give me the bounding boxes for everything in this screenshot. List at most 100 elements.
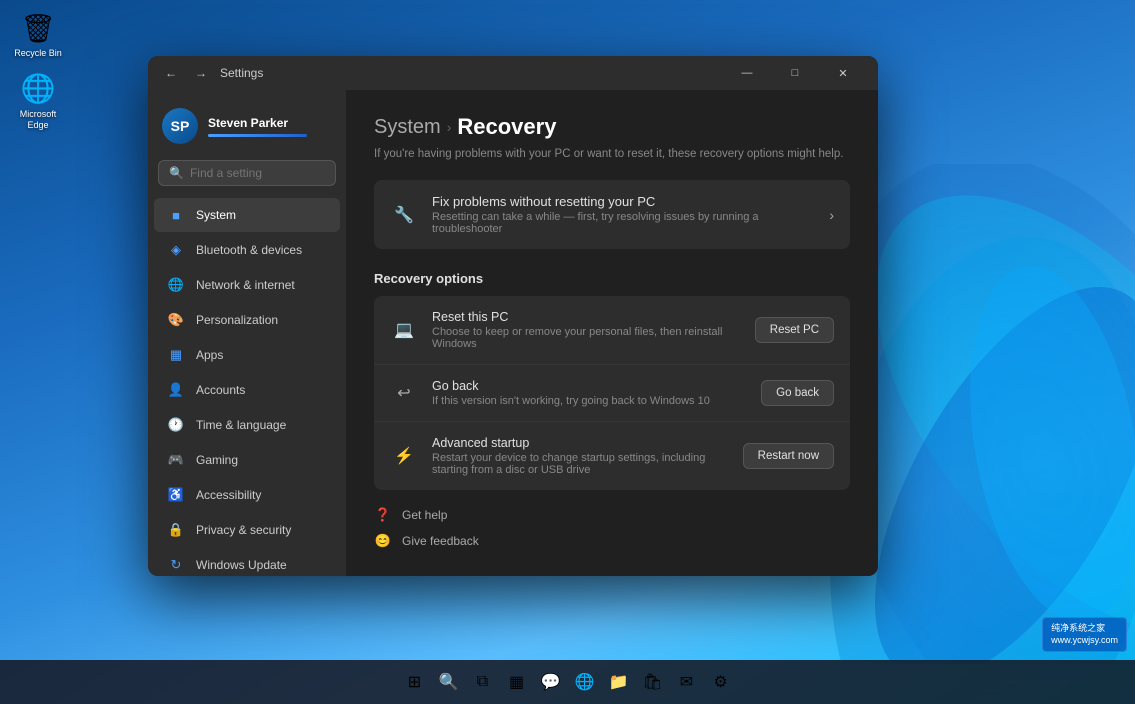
nav-label-apps: Apps <box>196 348 223 362</box>
fix-problems-desc: Resetting can take a while — first, try … <box>432 211 815 235</box>
recovery-icon-go-back: ↩ <box>390 379 418 407</box>
search-box[interactable]: 🔍 <box>158 160 336 186</box>
sidebar: SP Steven Parker 🔍 ■ System ◈ Bluetooth … <box>148 90 346 576</box>
sidebar-item-apps[interactable]: ▦ Apps <box>154 338 340 372</box>
sidebar-item-update[interactable]: ↻ Windows Update <box>154 548 340 576</box>
nav-icon-gaming: 🎮 <box>168 452 184 468</box>
user-profile[interactable]: SP Steven Parker <box>148 98 346 160</box>
user-info: Steven Parker <box>208 116 332 137</box>
nav-icon-apps: ▦ <box>168 347 184 363</box>
taskbar-icon-task-view[interactable]: ⧉ <box>468 667 498 697</box>
title-bar: ← → Settings — □ ✕ <box>148 56 878 90</box>
taskbar-symbol-explorer: 📁 <box>609 672 629 692</box>
taskbar-icon-widgets[interactable]: ▦ <box>502 667 532 697</box>
nav-label-personalization: Personalization <box>196 313 278 327</box>
taskbar-icon-store[interactable]: 🛍 <box>638 667 668 697</box>
nav-icon-privacy: 🔒 <box>168 522 184 538</box>
search-input[interactable] <box>190 166 345 180</box>
nav-icon-time: 🕐 <box>168 417 184 433</box>
sidebar-item-bluetooth[interactable]: ◈ Bluetooth & devices <box>154 233 340 267</box>
breadcrumb-separator: › <box>447 119 452 135</box>
nav-icon-personalization: 🎨 <box>168 312 184 328</box>
recovery-desc-go-back: If this version isn't working, try going… <box>432 395 747 407</box>
sidebar-item-gaming[interactable]: 🎮 Gaming <box>154 443 340 477</box>
taskbar-symbol-search: 🔍 <box>439 672 459 692</box>
edge-label: Microsoft Edge <box>8 109 68 131</box>
main-content: System › Recovery If you're having probl… <box>346 90 878 576</box>
taskbar-icon-edge-task[interactable]: 🌐 <box>570 667 600 697</box>
recovery-btn-go-back[interactable]: Go back <box>761 380 834 406</box>
minimize-button[interactable]: — <box>724 56 770 90</box>
bottom-link-icon-give-feedback: 😊 <box>374 532 392 550</box>
breadcrumb: System › Recovery <box>374 114 850 140</box>
breadcrumb-parent[interactable]: System <box>374 116 441 139</box>
bottom-link-label-give-feedback: Give feedback <box>402 534 479 548</box>
edge-desktop-icon[interactable]: 🌐 Microsoft Edge <box>8 71 68 131</box>
sidebar-item-accessibility[interactable]: ♿ Accessibility <box>154 478 340 512</box>
recycle-bin-label: Recycle Bin <box>14 48 62 59</box>
nav-icon-bluetooth: ◈ <box>168 242 184 258</box>
taskbar-symbol-store: 🛍 <box>642 672 662 692</box>
sidebar-item-privacy[interactable]: 🔒 Privacy & security <box>154 513 340 547</box>
taskbar-symbol-mail: ✉ <box>680 672 693 692</box>
taskbar-symbol-task-view: ⧉ <box>477 673 488 691</box>
nav-label-privacy: Privacy & security <box>196 523 291 537</box>
bottom-links: ❓ Get help 😊 Give feedback <box>374 506 850 550</box>
sidebar-item-accounts[interactable]: 👤 Accounts <box>154 373 340 407</box>
search-icon: 🔍 <box>169 166 184 180</box>
nav-label-network: Network & internet <box>196 278 295 292</box>
taskbar-icon-mail[interactable]: ✉ <box>672 667 702 697</box>
bottom-link-label-get-help: Get help <box>402 508 447 522</box>
fix-problems-card[interactable]: 🔧 Fix problems without resetting your PC… <box>374 180 850 249</box>
nav-label-gaming: Gaming <box>196 453 238 467</box>
nav-items-container: ■ System ◈ Bluetooth & devices 🌐 Network… <box>148 198 346 576</box>
recovery-card-go-back: ↩ Go back If this version isn't working,… <box>374 364 850 421</box>
settings-window: ← → Settings — □ ✕ SP <box>148 56 878 576</box>
taskbar-icon-search[interactable]: 🔍 <box>434 667 464 697</box>
maximize-button[interactable]: □ <box>772 56 818 90</box>
title-bar-nav: ← → <box>160 62 212 84</box>
forward-button[interactable]: → <box>190 62 212 84</box>
watermark-line1: 纯净系统之家 <box>1051 622 1118 635</box>
nav-icon-accounts: 👤 <box>168 382 184 398</box>
recycle-bin-icon[interactable]: 🗑 Recycle Bin <box>8 10 68 59</box>
sidebar-item-system[interactable]: ■ System <box>154 198 340 232</box>
sidebar-item-network[interactable]: 🌐 Network & internet <box>154 268 340 302</box>
recovery-title-go-back: Go back <box>432 379 747 393</box>
desktop-icons-container: 🗑 Recycle Bin 🌐 Microsoft Edge <box>8 10 68 130</box>
taskbar-symbol-widgets: ▦ <box>509 672 524 692</box>
recovery-desc-advanced-startup: Restart your device to change startup se… <box>432 452 729 476</box>
bottom-link-give-feedback[interactable]: 😊 Give feedback <box>374 532 850 550</box>
taskbar-symbol-teams: 💬 <box>541 672 561 692</box>
recovery-desc-reset-pc: Choose to keep or remove your personal f… <box>432 326 741 350</box>
window-body: SP Steven Parker 🔍 ■ System ◈ Bluetooth … <box>148 90 878 576</box>
recovery-text-advanced-startup: Advanced startup Restart your device to … <box>432 436 729 476</box>
recovery-text-reset-pc: Reset this PC Choose to keep or remove y… <box>432 310 741 350</box>
taskbar-icon-start[interactable]: ⊞ <box>400 667 430 697</box>
taskbar-symbol-edge-task: 🌐 <box>575 672 595 692</box>
nav-label-system: System <box>196 208 236 222</box>
taskbar-icon-explorer[interactable]: 📁 <box>604 667 634 697</box>
recovery-icon-reset-pc: 💻 <box>390 316 418 344</box>
sidebar-item-time[interactable]: 🕐 Time & language <box>154 408 340 442</box>
taskbar-icon-teams[interactable]: 💬 <box>536 667 566 697</box>
recovery-btn-advanced-startup[interactable]: Restart now <box>743 443 834 469</box>
page-subtitle: If you're having problems with your PC o… <box>374 146 850 162</box>
close-button[interactable]: ✕ <box>820 56 866 90</box>
nav-icon-accessibility: ♿ <box>168 487 184 503</box>
sidebar-item-personalization[interactable]: 🎨 Personalization <box>154 303 340 337</box>
recovery-title-reset-pc: Reset this PC <box>432 310 741 324</box>
nav-label-bluetooth: Bluetooth & devices <box>196 243 302 257</box>
taskbar-icon-settings-task[interactable]: ⚙ <box>706 667 736 697</box>
watermark: 纯净系统之家 www.ycwjsy.com <box>1042 617 1127 652</box>
nav-icon-system: ■ <box>168 207 184 223</box>
bottom-link-icon-get-help: ❓ <box>374 506 392 524</box>
recovery-btn-reset-pc[interactable]: Reset PC <box>755 317 834 343</box>
nav-label-update: Windows Update <box>196 558 287 572</box>
taskbar-symbol-settings-task: ⚙ <box>713 672 727 692</box>
recovery-title-advanced-startup: Advanced startup <box>432 436 729 450</box>
bottom-link-get-help[interactable]: ❓ Get help <box>374 506 850 524</box>
window-title: Settings <box>220 66 263 80</box>
fix-problems-icon: 🔧 <box>390 201 418 229</box>
back-button[interactable]: ← <box>160 62 182 84</box>
